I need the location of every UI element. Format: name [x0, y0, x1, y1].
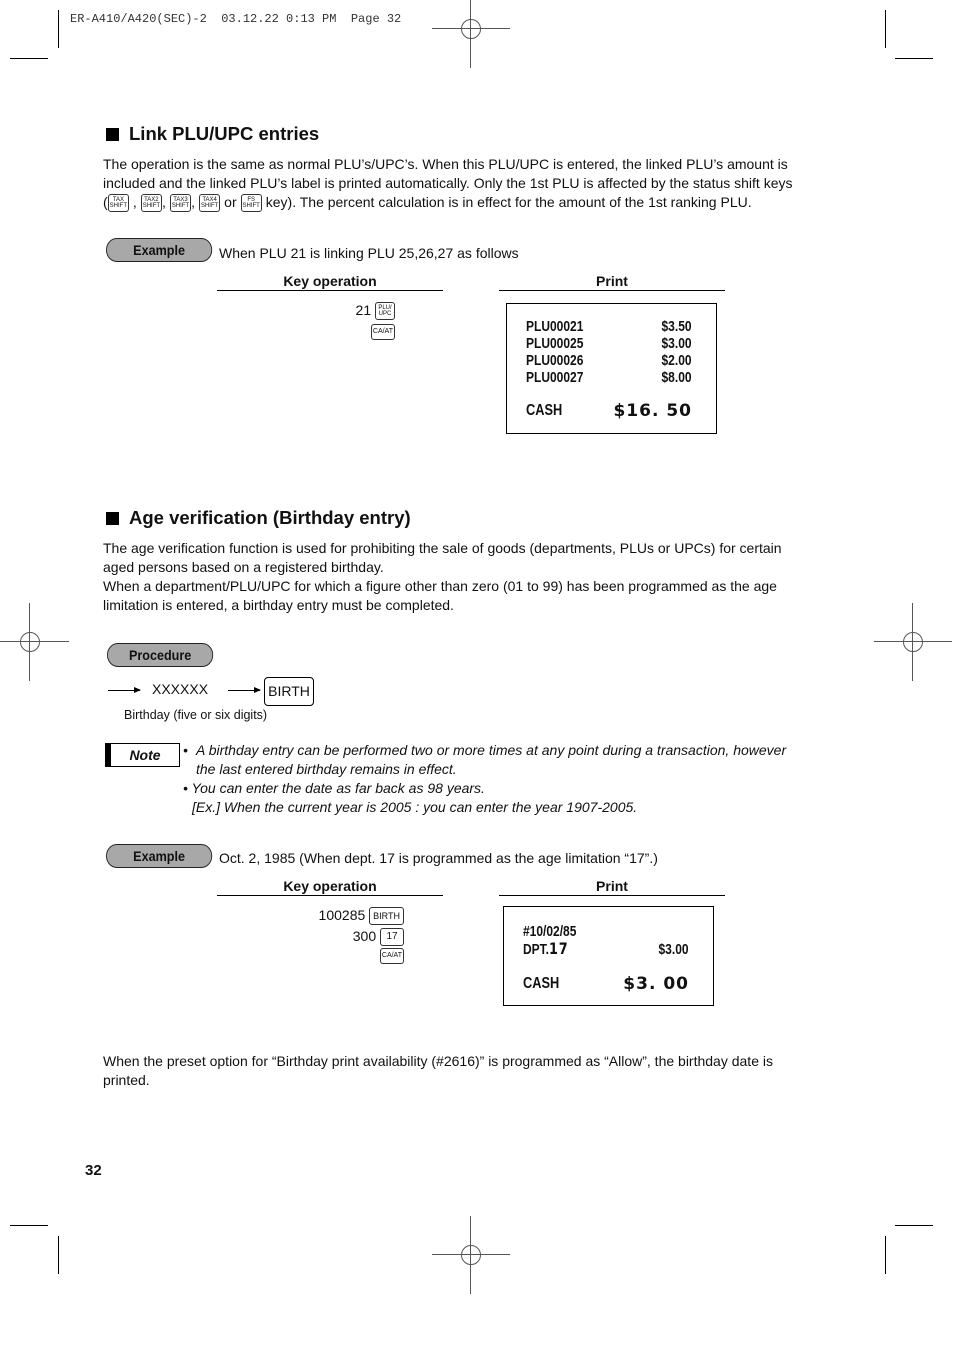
crop-mark: [58, 10, 59, 48]
example-badge: Example: [106, 238, 213, 262]
birth-key-icon: BIRTH: [369, 907, 404, 926]
registration-mark-icon: [874, 603, 952, 681]
fs-shift-key-icon: FS SHIFT: [240, 194, 262, 213]
bullet-square-icon: [106, 511, 119, 525]
procedure-badge: Procedure: [107, 643, 214, 667]
footer-paragraph: When the preset option for “Birthday pri…: [103, 1052, 823, 1090]
crop-mark: [895, 58, 933, 59]
crop-mark: [885, 1236, 886, 1274]
key-op-row: CA/AT: [340, 323, 395, 341]
print-header-col: Print: [499, 273, 725, 291]
note-item: • You can enter the date as far back as …: [183, 780, 485, 796]
note-item: the last entered birthday remains in eff…: [196, 761, 457, 777]
receipt-total-amount: $3. 00: [623, 974, 689, 994]
section1-paragraph: The operation is the same as normal PLU’…: [103, 155, 823, 213]
key-op-row: 100285 BIRTH: [280, 907, 404, 926]
print-header-col: Print: [499, 878, 725, 896]
receipt-line-label: PLU00025: [526, 335, 584, 352]
para-line: When the preset option for “Birthday pri…: [103, 1053, 773, 1069]
tax4-shift-key-icon: TAX4 SHIFT: [198, 194, 221, 213]
section-title-age-verification: Age verification (Birthday entry): [106, 507, 411, 529]
key-op-row: CA/AT: [280, 947, 404, 965]
tax-shift-key-icon: TAX SHIFT: [107, 194, 130, 213]
procedure-input: XXXXXX: [152, 681, 209, 697]
section-title-text: Link PLU/UPC entries: [129, 123, 320, 144]
para-line: The operation is the same as normal PLU’…: [103, 156, 788, 172]
tax3-shift-key-icon: TAX3 SHIFT: [169, 194, 192, 213]
note-item: [Ex.] When the current year is 2005 : yo…: [192, 799, 638, 815]
receipt-dept-line: DPT.17: [523, 939, 568, 958]
note-badge: Note: [105, 743, 180, 767]
example-text: When PLU 21 is linking PLU 25,26,27 as f…: [219, 245, 519, 261]
page-number: 32: [85, 1162, 102, 1179]
arrow-right-icon: [228, 687, 261, 693]
plu-upc-key-icon: PLU/UPC: [375, 302, 395, 321]
key-operation-header: Key operation: [217, 273, 443, 291]
section-title-link-plu: Link PLU/UPC entries: [106, 123, 319, 145]
tax2-shift-key-icon: TAX2 SHIFT: [140, 194, 163, 213]
para-line: included and the linked PLU’s label is p…: [103, 175, 793, 191]
registration-mark-icon: [0, 603, 69, 681]
note-list: A birthday entry can be performed two or…: [196, 741, 786, 779]
dept-17-key-icon: 17: [380, 928, 404, 947]
example-text: Oct. 2, 1985 (When dept. 17 is programme…: [219, 850, 658, 866]
receipt-line-label: PLU00027: [526, 369, 584, 386]
receipt-line-amount: $3.50: [661, 318, 692, 335]
receipt-line-label: PLU00026: [526, 352, 584, 369]
receipt-dept-label: DPT.: [523, 941, 550, 958]
receipt-line-amount: $3.00: [661, 335, 692, 352]
registration-mark-icon: [432, 0, 510, 68]
para-line: (TAX SHIFT , TAX2 SHIFT, TAX3 SHIFT, TAX4 SH…: [103, 193, 823, 213]
section2-paragraph: The age verification function is used fo…: [103, 539, 823, 615]
receipt-print-1: PLU00021 $3.50 PLU00025 $3.00 PLU00026 $…: [506, 303, 717, 434]
crop-mark: [885, 10, 886, 48]
crop-mark: [10, 58, 48, 59]
ca-at-key-icon: CA/AT: [370, 324, 395, 341]
key-op-row: 300 17: [280, 928, 404, 947]
receipt-total-label: CASH: [526, 402, 563, 419]
procedure-caption: Birthday (five or six digits): [124, 708, 268, 722]
receipt-line-amount: $2.00: [661, 352, 692, 369]
para-line: The age verification function is used fo…: [103, 540, 782, 556]
receipt-total-label: CASH: [523, 975, 560, 992]
section-title-text: Age verification (Birthday entry): [129, 507, 411, 528]
key-operation-header: Key operation: [217, 878, 443, 896]
arrow-right-icon: [108, 687, 141, 693]
bullet-square-icon: [106, 127, 119, 141]
registration-mark-icon: [432, 1216, 510, 1294]
key-op-row: 21 PLU/UPC: [340, 302, 395, 321]
receipt-print-2: #10/02/85 DPT.17 $3.00 CASH $3. 00: [503, 906, 714, 1006]
para-line: When a department/PLU/UPC for which a fi…: [103, 578, 777, 594]
crop-mark: [10, 1225, 48, 1226]
para-line: aged persons based on a registered birth…: [103, 559, 384, 575]
receipt-line-amount: $8.00: [661, 369, 692, 386]
note-bullet-icon: •: [183, 742, 188, 758]
print-header: ER-A410/A420(SEC)-2 03.12.22 0:13 PM Pag…: [70, 12, 402, 26]
birth-key: BIRTH: [264, 677, 314, 706]
example-badge: Example: [106, 844, 213, 868]
receipt-dept-num: 17: [549, 939, 569, 958]
note-item: A birthday entry can be performed two or…: [196, 742, 787, 758]
ca-at-key-icon: CA/AT: [379, 948, 404, 965]
receipt-date-line: #10/02/85: [523, 923, 577, 940]
receipt-dept-amount: $3.00: [658, 941, 689, 958]
para-line: printed.: [103, 1072, 150, 1088]
crop-mark: [58, 1236, 59, 1274]
crop-mark: [895, 1225, 933, 1226]
para-line: limitation is entered, a birthday entry …: [103, 597, 454, 613]
receipt-total-amount: $16. 50: [613, 401, 692, 421]
receipt-line-label: PLU00021: [526, 318, 584, 335]
